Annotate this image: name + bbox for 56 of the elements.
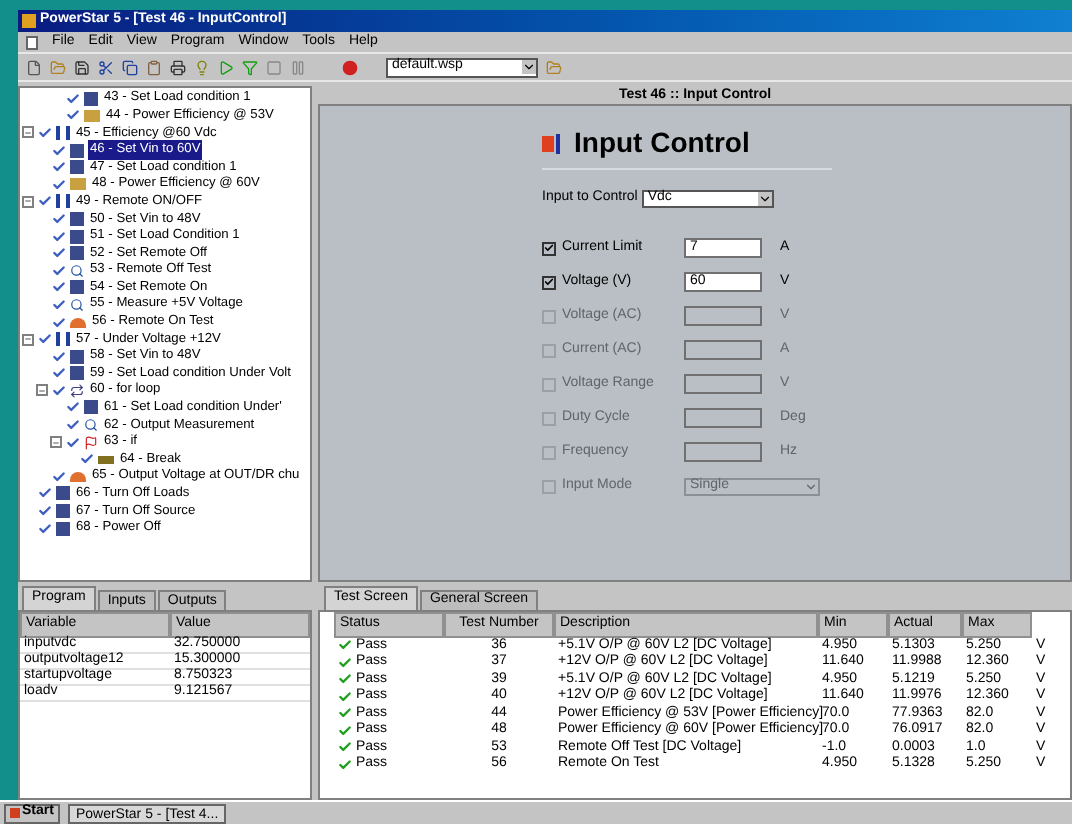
magnifier-icon [70, 297, 84, 312]
tree-checkbox[interactable] [66, 108, 80, 123]
form-title: Input Control [574, 124, 750, 162]
tree-checkbox[interactable] [52, 211, 66, 226]
tree-checkbox[interactable] [66, 418, 80, 433]
tree-checkbox[interactable] [52, 246, 66, 261]
magnifier-icon [70, 263, 84, 278]
tree-checkbox[interactable] [52, 297, 66, 312]
value-field[interactable] [684, 374, 762, 394]
loop-icon [70, 383, 84, 398]
dropdown-arrow-icon[interactable] [522, 60, 536, 74]
checkbox[interactable] [542, 241, 556, 255]
tree-checkbox[interactable] [38, 332, 52, 347]
tree-checkbox[interactable] [38, 504, 52, 519]
tree-checkbox[interactable] [52, 229, 66, 244]
tree-checkbox[interactable] [38, 194, 52, 209]
checkbox[interactable] [542, 275, 556, 289]
tree-checkbox[interactable] [52, 160, 66, 175]
flag-icon [84, 435, 98, 450]
collapse-icon[interactable] [50, 436, 62, 449]
collapse-icon[interactable] [22, 333, 34, 346]
tree-checkbox[interactable] [52, 366, 66, 381]
value-field[interactable] [684, 442, 762, 462]
clipboard-icon[interactable] [146, 59, 162, 75]
input-control-icon [542, 133, 562, 153]
collapse-icon[interactable] [22, 195, 34, 208]
magnifier-icon [84, 418, 98, 433]
tree-checkbox[interactable] [52, 349, 66, 364]
record-icon[interactable] [342, 59, 358, 75]
save-icon[interactable] [74, 59, 90, 75]
document-icon[interactable] [26, 59, 42, 75]
tree-checkbox[interactable] [38, 125, 52, 140]
tree-checkbox[interactable] [52, 383, 66, 398]
value-field[interactable] [684, 306, 762, 326]
tree-checkbox[interactable] [52, 263, 66, 278]
value-field[interactable] [684, 340, 762, 360]
tree-checkbox[interactable] [80, 452, 94, 467]
value-field[interactable] [684, 408, 762, 428]
tree-checkbox[interactable] [52, 469, 66, 484]
tree-checkbox[interactable] [52, 143, 66, 158]
collapse-icon[interactable] [36, 384, 48, 397]
collapse-icon[interactable] [22, 126, 34, 139]
tree-checkbox[interactable] [66, 400, 80, 415]
printer-icon[interactable] [170, 59, 186, 75]
tree-checkbox[interactable] [38, 486, 52, 501]
document-icon[interactable] [26, 35, 38, 49]
scissors-icon[interactable] [98, 59, 114, 75]
tree-checkbox[interactable] [52, 280, 66, 295]
dropdown-arrow-icon[interactable] [757, 191, 772, 206]
tree-checkbox[interactable] [66, 435, 80, 450]
tree-checkbox[interactable] [52, 315, 66, 330]
copy-icon[interactable] [122, 59, 138, 75]
tree-checkbox[interactable] [52, 177, 66, 192]
app-icon [22, 14, 36, 28]
tree-checkbox[interactable] [66, 91, 80, 106]
tree-checkbox[interactable] [38, 521, 52, 536]
